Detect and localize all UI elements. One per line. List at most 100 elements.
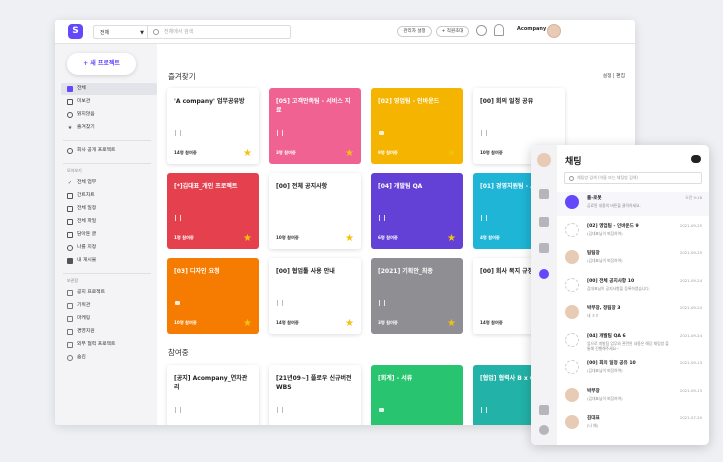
avatar[interactable] bbox=[537, 153, 551, 167]
chat-room-date: 2021-07-20 bbox=[679, 415, 702, 420]
chat-icon[interactable] bbox=[476, 25, 487, 36]
star-icon[interactable]: ★ bbox=[345, 234, 354, 244]
chat-room-item[interactable]: [04] 개발팀 QA 6 업으로 개발팀 업무와 관련된 내용은 해당 채팅방 … bbox=[557, 330, 709, 354]
sidebar-item-unread[interactable]: 읽지않음 bbox=[61, 109, 157, 121]
project-card-title: [05] 고객만족팀 - 서비스 지료 bbox=[276, 98, 351, 114]
sidebar-item-schedule[interactable]: 전체 일정 bbox=[61, 203, 157, 215]
new-chat-icon[interactable] bbox=[691, 155, 701, 163]
sidebar-folder-hidden[interactable]: 숨김 bbox=[61, 352, 157, 364]
app-icon[interactable] bbox=[539, 243, 549, 253]
sidebar-item-all-tasks[interactable]: ✓ 전체 업무 bbox=[61, 177, 157, 189]
gear-icon[interactable] bbox=[539, 425, 549, 435]
star-icon[interactable]: ★ bbox=[243, 234, 252, 244]
chat-room-message: (김대표님이 퇴장하여) bbox=[587, 395, 623, 401]
sidebar-folder-marketing[interactable]: 마케팅 bbox=[61, 313, 157, 325]
chat-room-item[interactable]: 김대표 (나 예) 2021-07-20 bbox=[557, 412, 709, 436]
mention-icon bbox=[67, 245, 73, 251]
sidebar-folder-external[interactable]: 외부 협력 프로젝트 bbox=[61, 339, 157, 351]
admin-settings-button[interactable]: 관리자 설정 bbox=[397, 26, 432, 37]
star-icon[interactable]: ★ bbox=[447, 319, 456, 329]
project-card-title: [00] 회의 일정 공유 bbox=[480, 98, 534, 105]
star-icon[interactable]: ★ bbox=[345, 319, 354, 329]
sidebar-item-label: 경영지원 bbox=[77, 329, 95, 334]
project-card[interactable]: [05] 고객만족팀 - 서비스 지료 3명 참여중 ★ bbox=[269, 88, 361, 164]
project-card[interactable]: [03] 디자인 요청 10명 참여중 ★ bbox=[167, 258, 259, 334]
edit-link[interactable]: 편집 bbox=[616, 74, 625, 79]
sidebar-item-gantt[interactable]: 간트차트 bbox=[61, 190, 157, 202]
avatar bbox=[565, 305, 579, 319]
sidebar-item-my-posts[interactable]: 내 게시물 bbox=[61, 255, 157, 267]
sidebar-item-files[interactable]: 전체 파일 bbox=[61, 216, 157, 228]
bookmark-icon bbox=[67, 232, 73, 238]
project-card[interactable]: [공지] Acompany_연차관리2명 참여중☆ bbox=[167, 365, 259, 425]
sidebar-item-label: 공지 프로젝트 bbox=[77, 290, 106, 295]
chat-room-item[interactable]: 팀팀장 (김대표님이 퇴장하여) 2021-09-25 bbox=[557, 247, 709, 271]
project-icon bbox=[481, 407, 487, 413]
calendar-icon bbox=[67, 206, 73, 212]
project-card-title: 'A company' 업무공유방 bbox=[174, 98, 245, 105]
project-card[interactable]: [*]김대표_개인 프로젝트 1명 참여중 ★ bbox=[167, 173, 259, 249]
star-icon[interactable]: ★ bbox=[447, 234, 456, 244]
chat-room-item[interactable]: [02] 영업팀 - 인바운드 9 (김대표님이 퇴장하여) 2021-09-25 bbox=[557, 220, 709, 244]
chat-icon[interactable] bbox=[539, 269, 549, 279]
project-card[interactable]: [04] 개발팀 QA 6명 참여중 ★ bbox=[371, 173, 463, 249]
sidebar-item-unarchived[interactable]: 미보관 bbox=[61, 96, 157, 108]
member-count: 4명 참여중 bbox=[480, 235, 500, 240]
sidebar-item-saved-posts[interactable]: 담아둔 글 bbox=[61, 229, 157, 241]
star-icon[interactable]: ★ bbox=[243, 319, 252, 329]
chat-search-input[interactable]: 채팅방 검색 (이름 또는 채팅방 검색) bbox=[564, 172, 702, 184]
chat-room-item[interactable]: [00] 전체 공지사항 10 김대표님이 공지사항을 등록하였습니다. 2021-… bbox=[557, 275, 709, 299]
chat-room-item[interactable]: [00] 회의 일정 공유 10 (김대표님이 퇴장하여) 2021-09-13 bbox=[557, 357, 709, 381]
chat-room-item[interactable]: 박부장 (김대표님이 퇴장하여) 2021-09-13 bbox=[557, 385, 709, 409]
chat-panel: 채팅 채팅방 검색 (이름 또는 채팅방 검색) 플-로봇 공료된 내용의 버튼을… bbox=[531, 145, 709, 445]
folder-header: 보관함 bbox=[67, 278, 79, 283]
chat-room-message: 업으로 개발팀 업무와 관련된 내용은 해당 채팅방 을 통해 진행해주세요~ bbox=[587, 340, 669, 351]
archive-icon bbox=[67, 99, 73, 105]
sidebar-folder-notice[interactable]: 공지 프로젝트 bbox=[61, 287, 157, 299]
project-card[interactable]: [00] 전체 공지사항 10명 참여중 ★ bbox=[269, 173, 361, 249]
sidebar-item-label: 즐겨찾기 bbox=[77, 125, 95, 130]
project-card[interactable]: [21년09~] 플로우 신규버전 WBS6명 참여중☆ bbox=[269, 365, 361, 425]
chat-room-item[interactable]: 박부장, 정팀장 3 네 ㅎㅎ 2021-09-24 bbox=[557, 302, 709, 326]
new-project-button[interactable]: + 새 프로젝트 bbox=[67, 53, 136, 75]
chat-room-date: 2021-09-24 bbox=[679, 277, 702, 283]
sidebar-folder-planning[interactable]: 기획관 bbox=[61, 300, 157, 312]
search-input[interactable]: 전체에서 검색 bbox=[147, 25, 291, 39]
search-icon bbox=[153, 29, 159, 35]
project-card[interactable]: 'A company' 업무공유방 14명 참여중 ★ bbox=[167, 88, 259, 164]
folder-icon bbox=[67, 303, 73, 309]
chat-room-item[interactable]: 플-로봇 공료된 내용의 버튼을 클릭하세요. 오전 9:18 bbox=[557, 192, 709, 216]
star-icon[interactable]: ★ bbox=[447, 149, 456, 159]
search-scope-select[interactable]: 전체 ▼ bbox=[93, 25, 147, 39]
star-icon[interactable]: ★ bbox=[345, 149, 354, 159]
app-logo-icon[interactable]: S bbox=[68, 24, 83, 39]
sidebar-item-all[interactable]: 전체 bbox=[61, 83, 157, 95]
home-icon[interactable] bbox=[539, 405, 549, 415]
sidebar-item-label: 회사 공개 프로젝트 bbox=[77, 148, 116, 153]
project-card[interactable]: [02] 영업팀 - 인바운드 9명 참여중 ★ bbox=[371, 88, 463, 164]
project-card-title: [*]김대표_개인 프로젝트 bbox=[174, 183, 238, 190]
project-card[interactable]: [2021] 기획안_최종 3명 참여중 ★ bbox=[371, 258, 463, 334]
project-card[interactable]: [회계] - 서류4명 참여중☆ bbox=[371, 365, 463, 425]
gantt-icon bbox=[67, 193, 73, 199]
star-icon[interactable]: ★ bbox=[243, 149, 252, 159]
sidebar-item-assigned[interactable]: 나를 지정 bbox=[61, 242, 157, 254]
divider bbox=[63, 163, 151, 164]
sidebar-item-label: 읽지않음 bbox=[77, 112, 95, 117]
person-icon[interactable] bbox=[539, 217, 549, 227]
folder-icon bbox=[67, 329, 73, 335]
sidebar-item-favorites[interactable]: ★ 즐겨찾기 bbox=[61, 122, 157, 134]
member-count: 6명 참여중 bbox=[378, 235, 398, 240]
chat-title: 채팅 bbox=[565, 157, 582, 167]
file-icon bbox=[67, 219, 73, 225]
project-card[interactable]: [00] 협업툴 사용 안내 14명 참여중 ★ bbox=[269, 258, 361, 334]
search-placeholder: 전체에서 검색 bbox=[164, 29, 194, 35]
bell-icon[interactable] bbox=[494, 24, 504, 36]
sidebar-item-public-projects[interactable]: 회사 공개 프로젝트 bbox=[61, 145, 157, 157]
sidebar-folder-management[interactable]: 경영지원 bbox=[61, 326, 157, 338]
avatar[interactable] bbox=[547, 24, 561, 38]
archive-icon[interactable] bbox=[539, 189, 549, 199]
invite-employee-button[interactable]: + 직원초대 bbox=[436, 26, 469, 37]
settings-link[interactable]: 설정 bbox=[603, 74, 612, 79]
member-count: 3명 참여중 bbox=[276, 150, 296, 155]
